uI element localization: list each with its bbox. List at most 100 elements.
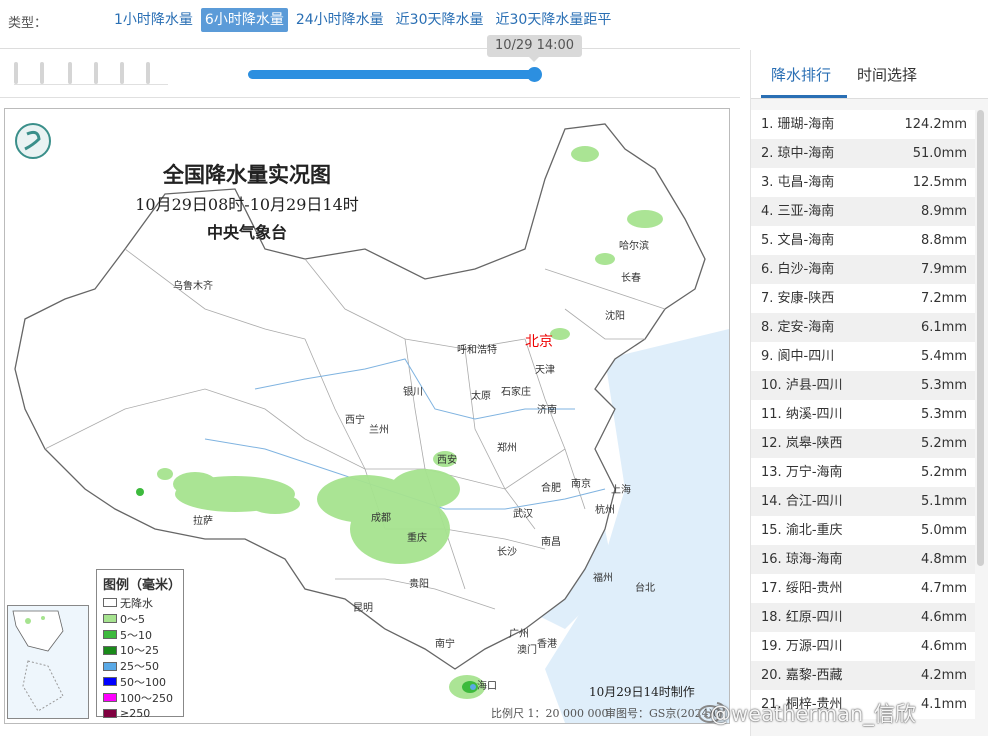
type-tab[interactable]: 24小时降水量 [292,8,388,32]
ranking-station: 5. 文昌-海南 [761,226,834,255]
city-label: 呼和浩特 [457,345,497,356]
legend-item: 50～100 [103,674,177,690]
precipitation-value: 4.1mm [920,697,967,712]
legend-label: 0～5 [120,612,145,626]
station-name: 万宁-海南 [785,465,843,480]
legend-swatch [103,598,117,608]
ranking-row[interactable]: 20. 嘉黎-西藏 4.2mm [751,661,975,690]
city-label: 哈尔滨 [619,241,649,252]
legend-item: 5～10 [103,627,177,643]
divider [0,48,740,49]
ranking-station: 1. 珊瑚-海南 [761,110,834,139]
ranking-scrollbar[interactable] [977,110,984,566]
ranking-number: 12. [761,436,782,451]
ranking-row[interactable]: 11. 纳溪-四川 5.3mm [751,400,975,429]
tab-precipitation-ranking[interactable]: 降水排行 [771,64,831,85]
timeline-ticks [14,58,174,86]
divider [0,97,740,98]
city-label: 乌鲁木齐 [173,281,213,292]
city-label: 武汉 [513,509,533,520]
precipitation-value: 4.2mm [920,668,967,683]
map-made-time: 10月29日14时制作 [589,685,695,699]
ranking-number: 19. [761,639,782,654]
map-legend: 图例（毫米） 无降水 0～5 5～10 10～25 25～50 50～100 100～250… [96,569,184,720]
ranking-number: 20. [761,668,782,683]
precipitation-value: 4.8mm [920,552,967,567]
ranking-row[interactable]: 1. 珊瑚-海南 124.2mm [751,110,975,139]
ranking-list: 1. 珊瑚-海南 124.2mm 2. 琼中-海南 51.0mm 3. 屯昌-海南 12.… [751,110,975,719]
ranking-row[interactable]: 18. 红原-四川 4.6mm [751,603,975,632]
type-tab[interactable]: 近30天降水量距平 [492,8,616,32]
city-label: 香港 [537,639,557,650]
city-label: 南昌 [541,537,561,548]
precipitation-map[interactable]: 全国降水量实况图 10月29日08时-10月29日14时 中央气象台 北京 乌鲁… [4,108,730,724]
ranking-row[interactable]: 19. 万源-四川 4.6mm [751,632,975,661]
tab-time-selection[interactable]: 时间选择 [857,64,917,85]
city-label: 济南 [537,405,557,416]
ranking-station: 16. 琼海-海南 [761,545,843,574]
ranking-row[interactable]: 4. 三亚-海南 8.9mm [751,197,975,226]
precipitation-value: 8.9mm [920,204,967,219]
ranking-row[interactable]: 17. 绥阳-贵州 4.7mm [751,574,975,603]
station-name: 合江-四川 [785,494,843,509]
city-label: 郑州 [497,443,517,454]
type-tab[interactable]: 近30天降水量 [392,8,488,32]
city-label: 合肥 [541,483,561,494]
time-slider-handle[interactable] [527,67,542,82]
ranking-row[interactable]: 9. 阆中-四川 5.4mm [751,342,975,371]
ranking-row[interactable]: 16. 琼海-海南 4.8mm [751,545,975,574]
timeline-baseline [14,84,168,85]
city-label: 贵阳 [409,579,429,590]
map-agency: 中央气象台 [206,223,287,242]
ranking-row[interactable]: 3. 屯昌-海南 12.5mm [751,168,975,197]
timeline-tick[interactable] [14,62,18,84]
ranking-row[interactable]: 15. 渝北-重庆 5.0mm [751,516,975,545]
precipitation-value: 5.2mm [920,465,967,480]
city-label: 澳门 [517,645,537,656]
ranking-number: 16. [761,552,782,567]
ranking-number: 5. [761,233,774,248]
legend-title: 图例（毫米） [103,578,182,593]
type-bar: 类型： 1小时降水量 6小时降水量 24小时降水量 近30天降水量 近30天降水量距平 [0,0,990,40]
legend-swatch [103,693,117,703]
station-name: 琼中-海南 [777,146,835,161]
legend-item: 0～5 [103,611,177,627]
time-slider[interactable] [248,67,542,82]
ranking-row[interactable]: 10. 泸县-四川 5.3mm [751,371,975,400]
legend-label: 25～50 [120,660,159,674]
timeline-tick[interactable] [40,62,44,84]
ranking-row[interactable]: 7. 安康-陕西 7.2mm [751,284,975,313]
station-name: 嘉黎-西藏 [785,668,843,683]
timeline-tick[interactable] [94,62,98,84]
ranking-row[interactable]: 6. 白沙-海南 7.9mm [751,255,975,284]
ranking-row[interactable]: 14. 合江-四川 5.1mm [751,487,975,516]
station-name: 纳溪-四川 [785,407,843,422]
city-label: 南宁 [435,639,455,650]
type-tabs: 1小时降水量 6小时降水量 24小时降水量 近30天降水量 近30天降水量距平 [110,8,619,32]
ranking-station: 19. 万源-四川 [761,632,843,661]
timeline-tick[interactable] [68,62,72,84]
ranking-row[interactable]: 12. 岚皋-陕西 5.2mm [751,429,975,458]
ranking-row[interactable]: 13. 万宁-海南 5.2mm [751,458,975,487]
station-name: 红原-四川 [785,610,843,625]
legend-swatch [103,614,117,624]
ranking-row[interactable]: 2. 琼中-海南 51.0mm [751,139,975,168]
legend-label: 100～250 [120,691,173,705]
type-tab[interactable]: 6小时降水量 [200,8,288,32]
ranking-station: 15. 渝北-重庆 [761,516,843,545]
precipitation-value: 5.3mm [920,407,967,422]
timeline-tick[interactable] [120,62,124,84]
type-tab[interactable]: 1小时降水量 [110,8,197,32]
precipitation-value: 4.7mm [920,581,967,596]
precipitation-value: 51.0mm [912,146,967,161]
legend-item: 25～50 [103,658,177,674]
ranking-row[interactable]: 5. 文昌-海南 8.8mm [751,226,975,255]
precipitation-value: 7.9mm [920,262,967,277]
city-label: 天津 [535,365,555,376]
precipitation-value: 4.6mm [920,610,967,625]
ranking-row[interactable]: 8. 定安-海南 6.1mm [751,313,975,342]
ranking-number: 17. [761,581,782,596]
legend-swatch [103,645,117,655]
precipitation-value: 5.1mm [920,494,967,509]
timeline-tick[interactable] [146,62,150,84]
